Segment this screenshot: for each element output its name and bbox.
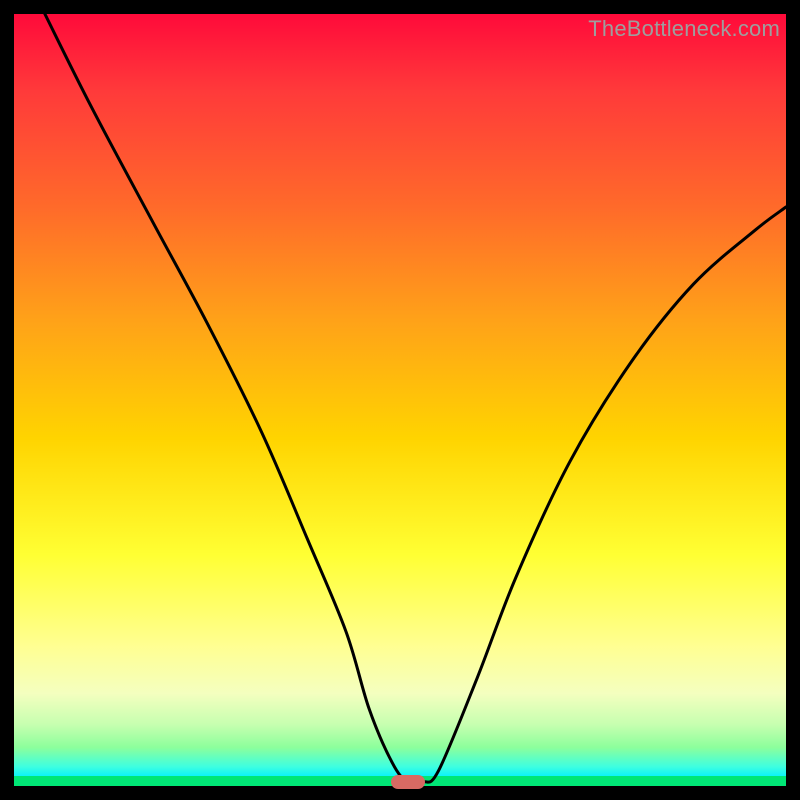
bottleneck-curve	[14, 14, 786, 786]
optimum-marker	[391, 775, 425, 789]
watermark-text: TheBottleneck.com	[588, 16, 780, 42]
plot-area: TheBottleneck.com	[14, 14, 786, 786]
chart-stage: TheBottleneck.com	[0, 0, 800, 800]
